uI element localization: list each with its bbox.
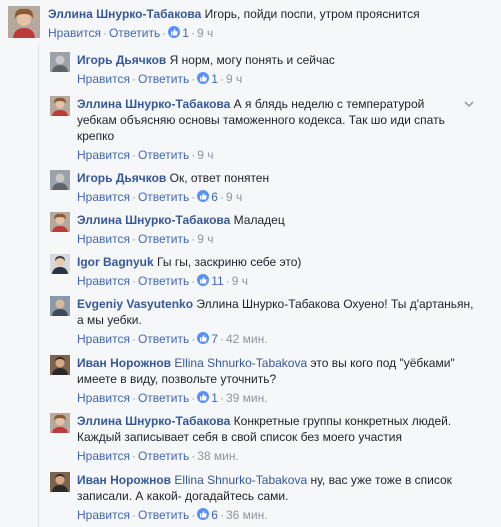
reaction-count[interactable]: 6 bbox=[211, 508, 218, 522]
comment-time[interactable]: 9 ч bbox=[232, 274, 248, 288]
reply-link[interactable]: Ответить bbox=[109, 26, 160, 40]
comment-author[interactable]: Игорь Дьячков bbox=[77, 53, 166, 67]
thumbs-up-icon[interactable] bbox=[197, 332, 210, 344]
thumbs-up-icon[interactable] bbox=[197, 274, 210, 286]
avatar[interactable] bbox=[50, 212, 70, 232]
thumbs-up-icon[interactable] bbox=[197, 190, 210, 202]
chevron-down-icon[interactable] bbox=[463, 98, 475, 110]
mention-link[interactable]: Ellina Shnurko-Tabakova bbox=[174, 473, 307, 487]
comment-author[interactable]: Эллина Шнурко-Табакова bbox=[77, 97, 230, 111]
comment-time[interactable]: 36 мин. bbox=[226, 508, 268, 522]
avatar[interactable] bbox=[50, 413, 70, 433]
reply-link[interactable]: Ответить bbox=[138, 332, 189, 346]
comment-author[interactable]: Эллина Шнурко-Табакова bbox=[48, 7, 201, 21]
comment-author[interactable]: Эллина Шнурко-Табакова bbox=[77, 414, 230, 428]
comment-author[interactable]: Игорь Дьячков bbox=[77, 171, 166, 185]
comment-time[interactable]: 42 мин. bbox=[226, 332, 268, 346]
reaction-count[interactable]: 11 bbox=[211, 274, 223, 288]
comment-time[interactable]: 9 ч bbox=[197, 26, 213, 40]
reaction-count[interactable]: 1 bbox=[182, 26, 189, 40]
thumbs-up-icon[interactable] bbox=[197, 72, 210, 84]
avatar[interactable] bbox=[50, 52, 70, 72]
comment-time[interactable]: 38 мин. bbox=[197, 449, 239, 463]
like-link[interactable]: Нравится bbox=[77, 332, 130, 346]
comment-text: Я норм, могу понять и сейчас bbox=[169, 53, 335, 67]
reply-link[interactable]: Ответить bbox=[138, 508, 189, 522]
thread-line bbox=[38, 44, 39, 527]
thumbs-up-icon[interactable] bbox=[197, 508, 210, 520]
reaction-count[interactable]: 7 bbox=[211, 332, 218, 346]
comment-time[interactable]: 39 мин. bbox=[226, 391, 268, 405]
reply-link[interactable]: Ответить bbox=[138, 148, 189, 162]
comment-text: Гы гы, заскриню себе это) bbox=[157, 255, 302, 269]
mention-link[interactable]: Ellina Shnurko-Tabakova bbox=[174, 356, 307, 370]
avatar[interactable] bbox=[8, 6, 40, 38]
like-link[interactable]: Нравится bbox=[48, 26, 101, 40]
like-link[interactable]: Нравится bbox=[77, 148, 130, 162]
like-link[interactable]: Нравится bbox=[77, 391, 130, 405]
comment-text: Игорь, пойди поспи, утром прояснится bbox=[204, 7, 420, 21]
comment-time[interactable]: 9 ч bbox=[197, 148, 213, 162]
comment-time[interactable]: 9 ч bbox=[226, 72, 242, 86]
avatar[interactable] bbox=[50, 170, 70, 190]
thumbs-up-icon[interactable] bbox=[168, 26, 181, 38]
thumbs-up-icon[interactable] bbox=[197, 391, 210, 403]
comment-author[interactable]: Igor Bagnyuk bbox=[77, 255, 154, 269]
avatar[interactable] bbox=[50, 472, 70, 492]
reply-link[interactable]: Ответить bbox=[138, 232, 189, 246]
comment-author[interactable]: Evgeniy Vasyutenko bbox=[77, 297, 193, 311]
avatar[interactable] bbox=[50, 96, 70, 116]
reply-link[interactable]: Ответить bbox=[138, 190, 189, 204]
like-link[interactable]: Нравится bbox=[77, 508, 130, 522]
comment-text: Маладец bbox=[233, 213, 285, 227]
reaction-count[interactable]: 1 bbox=[211, 391, 218, 405]
like-link[interactable]: Нравится bbox=[77, 72, 130, 86]
comment-time[interactable]: 9 ч bbox=[197, 232, 213, 246]
reply-link[interactable]: Ответить bbox=[138, 274, 189, 288]
comment-author[interactable]: Иван Норожнов bbox=[77, 356, 171, 370]
comment-time[interactable]: 9 ч bbox=[226, 190, 242, 204]
reply-link[interactable]: Ответить bbox=[138, 72, 189, 86]
comment-text: Ок, ответ понятен bbox=[169, 171, 270, 185]
avatar[interactable] bbox=[50, 296, 70, 316]
reaction-count[interactable]: 1 bbox=[211, 72, 218, 86]
like-link[interactable]: Нравится bbox=[77, 190, 130, 204]
reaction-count[interactable]: 6 bbox=[211, 190, 218, 204]
comment-author[interactable]: Иван Норожнов bbox=[77, 473, 171, 487]
like-link[interactable]: Нравится bbox=[77, 232, 130, 246]
avatar[interactable] bbox=[50, 254, 70, 274]
avatar[interactable] bbox=[50, 355, 70, 375]
reply-link[interactable]: Ответить bbox=[138, 449, 189, 463]
reply-link[interactable]: Ответить bbox=[138, 391, 189, 405]
comment-thread: Эллина Шнурко-Табакова Игорь, пойди посп… bbox=[0, 0, 501, 527]
comment-author[interactable]: Эллина Шнурко-Табакова bbox=[77, 213, 230, 227]
like-link[interactable]: Нравится bbox=[77, 274, 130, 288]
like-link[interactable]: Нравится bbox=[77, 449, 130, 463]
